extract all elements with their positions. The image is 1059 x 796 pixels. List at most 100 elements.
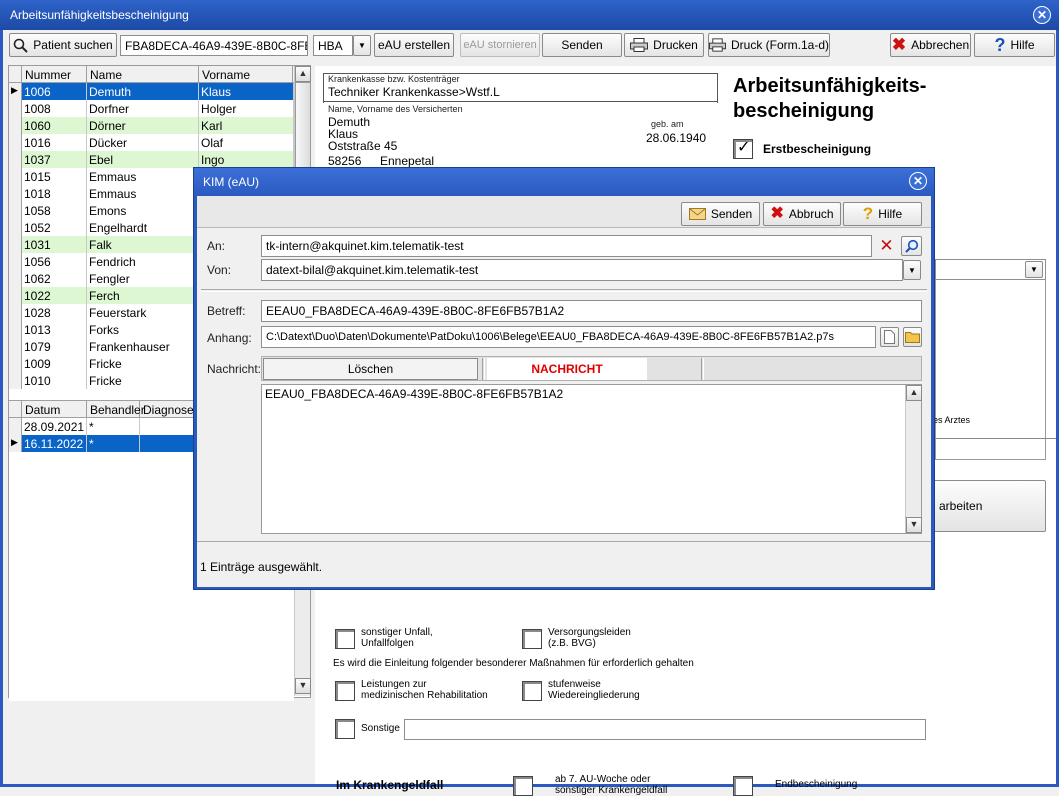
help-button[interactable]: ? Hilfe: [974, 33, 1055, 57]
hba-select[interactable]: HBA: [313, 35, 353, 56]
sonstige-input[interactable]: [404, 719, 926, 740]
dialog-status-text: 1 Einträge ausgewählt.: [200, 560, 323, 574]
scroll-down-icon[interactable]: ▼: [906, 517, 922, 533]
patient-cell-name: Falk: [87, 236, 199, 253]
patient-row[interactable]: 1008 Dorfner Holger: [9, 100, 294, 117]
dialog-help-button[interactable]: ? Hilfe: [843, 202, 922, 226]
message-textarea[interactable]: EEAU0_FBA8DECA-46A9-439E-8B0C-8FE6FB57B1…: [261, 384, 922, 534]
history-cell-datum: 28.09.2021: [22, 418, 87, 435]
history-cell-behandler: *: [87, 435, 140, 452]
patient-cell-name: Dorfner: [87, 100, 199, 117]
dialog-send-button[interactable]: Senden: [681, 202, 760, 226]
endbescheinigung-checkbox[interactable]: [733, 776, 753, 796]
patient-row[interactable]: 1016 Dücker Olaf: [9, 134, 294, 151]
header-indicator: [9, 66, 22, 83]
abort-label: Abbrechen: [911, 38, 970, 52]
sonstiger-unfall-checkbox[interactable]: [335, 629, 355, 649]
erstbescheinigung-checkbox[interactable]: ✓: [733, 139, 753, 159]
row-indicator: [9, 372, 22, 389]
leistungen-checkbox[interactable]: [335, 681, 355, 701]
stufenweise-checkbox[interactable]: [522, 681, 542, 701]
window-close-icon[interactable]: ✕: [1033, 6, 1051, 24]
attachment-view-button[interactable]: [880, 327, 899, 347]
header-datum[interactable]: Datum: [22, 401, 87, 418]
message-body: EEAU0_FBA8DECA-46A9-439E-8B0C-8FE6FB57B1…: [265, 387, 564, 401]
anhang-label: Anhang:: [207, 331, 252, 345]
magnifier-icon: [904, 239, 918, 253]
message-scrollbar[interactable]: ▲ ▼: [905, 385, 922, 533]
row-indicator: [9, 418, 22, 435]
header-name[interactable]: Name: [87, 66, 199, 83]
attachment-folder-button[interactable]: [903, 327, 922, 347]
patient-cell-name: Emmaus: [87, 168, 199, 185]
loeschen-button[interactable]: Löschen: [263, 358, 478, 380]
window-title: Arbeitsunfähigkeitsbescheinigung: [10, 8, 189, 22]
clear-recipient-icon[interactable]: ✕: [877, 236, 896, 256]
patient-row[interactable]: 1060 Dörner Karl: [9, 117, 294, 134]
patient-search-button[interactable]: Patient suchen: [9, 33, 117, 57]
versorgungsleiden-checkbox[interactable]: [522, 629, 542, 649]
help-icon: ?: [994, 35, 1006, 55]
erstbescheinigung-label: Erstbescheinigung: [763, 142, 872, 156]
ab7-label: ab 7. AU-Woche oder sonstiger Krankengel…: [555, 774, 667, 796]
kim-dialog-close-icon[interactable]: ✕: [909, 172, 927, 190]
search-input[interactable]: FBA8DECA-46A9-439E-8B0C-8FE6FE: [120, 35, 308, 56]
patient-cell-nr: 1008: [22, 100, 87, 117]
dialog-abort-button[interactable]: ✖ Abbruch: [763, 202, 841, 226]
form-text-area[interactable]: [935, 280, 1046, 460]
sonstige-checkbox[interactable]: [335, 719, 355, 739]
patient-cell-vorname: Karl: [199, 117, 294, 134]
print-form-button[interactable]: Druck (Form.1a-d): [708, 33, 830, 57]
form-heading-line2: bescheinigung: [733, 100, 875, 122]
patient-cell-nr: 1060: [22, 117, 87, 134]
betreff-input[interactable]: EEAU0_FBA8DECA-46A9-439E-8B0C-8FE6FB57B1…: [261, 300, 922, 322]
patient-cell-nr: 1052: [22, 219, 87, 236]
patient-row[interactable]: 1037 Ebel Ingo: [9, 151, 294, 168]
header-behandler[interactable]: Behandler: [87, 401, 145, 418]
von-dropdown-icon[interactable]: ▼: [903, 260, 921, 280]
anhang-input[interactable]: C:\Datext\Duo\Daten\Dokumente\PatDoku\10…: [261, 326, 876, 348]
patient-cell-name: Ebel: [87, 151, 199, 168]
form-dropdown-arrow-icon[interactable]: ▼: [1025, 261, 1043, 278]
row-indicator: [9, 219, 22, 236]
patient-cell-name: Demuth: [87, 83, 199, 100]
patient-cell-name: Frankenhauser: [87, 338, 199, 355]
scroll-down-icon[interactable]: ▼: [295, 678, 311, 694]
scroll-up-icon[interactable]: ▲: [906, 385, 922, 401]
patient-cell-name: Forks: [87, 321, 199, 338]
form-heading: Arbeitsunfähigkeits- bescheinigung: [733, 74, 926, 124]
sonstiger-unfall-line1: sonstiger Unfall,: [361, 627, 433, 638]
header-vorname[interactable]: Vorname: [199, 66, 293, 83]
window-titlebar: Arbeitsunfähigkeitsbescheinigung ✕: [0, 0, 1059, 30]
send-button[interactable]: Senden: [542, 33, 622, 57]
eau-cancel-button[interactable]: eAU stornieren: [460, 33, 540, 57]
patient-cell-name: Dücker: [87, 134, 199, 151]
an-input[interactable]: tk-intern@akquinet.kim.telematik-test: [261, 235, 872, 257]
leistungen-line2: medizinischen Rehabilitation: [361, 690, 488, 701]
abort-button[interactable]: ✖ Abbrechen: [890, 33, 971, 57]
bearbeiten-button[interactable]: arbeiten: [933, 480, 1046, 532]
envelope-icon: [688, 208, 706, 220]
address-search-button[interactable]: [901, 236, 922, 256]
header-nummer[interactable]: Nummer: [22, 66, 87, 83]
print-button[interactable]: Drucken: [624, 33, 704, 57]
patient-row[interactable]: ▶ 1006 Demuth Klaus: [9, 83, 294, 100]
ab7-checkbox[interactable]: [513, 776, 533, 796]
patient-cell-nr: 1031: [22, 236, 87, 253]
endbescheinigung-label: Endbescheinigung: [775, 779, 858, 790]
patient-cell-nr: 1056: [22, 253, 87, 270]
row-indicator: [9, 168, 22, 185]
patient-cell-name: Feuerstark: [87, 304, 199, 321]
scroll-up-icon[interactable]: ▲: [295, 66, 311, 82]
print-form-label: Druck (Form.1a-d): [730, 38, 829, 52]
leistungen-line1: Leistungen zur: [361, 679, 427, 690]
kim-dialog: KIM (eAU) ✕ Senden ✖ Abbruch ? Hilfe An:…: [193, 167, 935, 590]
von-select[interactable]: datext-bilal@akquinet.kim.telematik-test: [261, 259, 903, 281]
an-label: An:: [207, 239, 226, 253]
nachricht-tab[interactable]: NACHRICHT: [487, 358, 647, 380]
hba-dropdown-icon[interactable]: ▼: [353, 35, 371, 56]
history-cell-datum: 16.11.2022: [22, 435, 87, 452]
row-indicator: [9, 321, 22, 338]
eau-create-button[interactable]: eAU erstellen: [374, 33, 454, 57]
patient-grid-header: Nummer Name Vorname: [9, 66, 294, 83]
